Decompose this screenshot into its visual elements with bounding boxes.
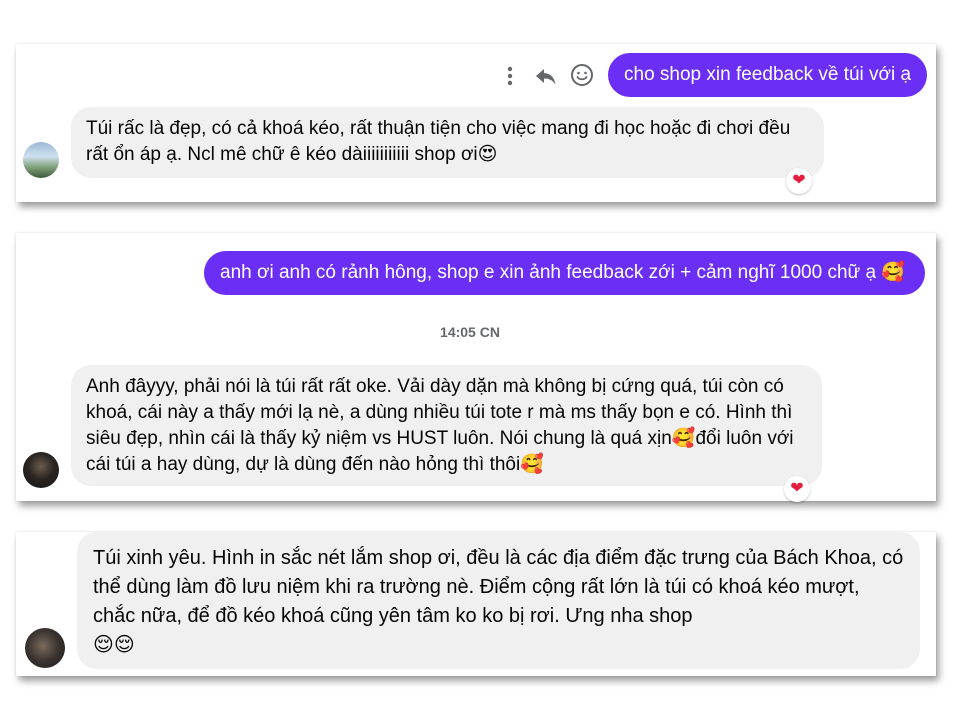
conversation-card-3: Túi xinh yêu. Hình in sắc nét lắm shop ơ… xyxy=(16,532,936,676)
heart-reaction-icon[interactable]: ❤ xyxy=(786,168,812,194)
heart-eyes-emoji: 😍 xyxy=(477,144,498,165)
received-message-text: Túi xinh yêu. Hình in sắc nét lắm shop ơ… xyxy=(93,547,904,627)
sent-message-bubble[interactable]: anh ơi anh có rảnh hông, shop e xin ảnh … xyxy=(204,251,925,295)
sent-message-text: anh ơi anh có rảnh hông, shop e xin ảnh … xyxy=(220,262,877,283)
smiling-hearts-emoji: 🥰 xyxy=(520,454,544,475)
smile-icon[interactable] xyxy=(570,63,594,92)
heart-reaction-icon[interactable]: ❤ xyxy=(784,476,810,502)
conversation-card-2: anh ơi anh có rảnh hông, shop e xin ảnh … xyxy=(16,233,936,502)
received-message-bubble[interactable]: Túi xinh yêu. Hình in sắc nét lắm shop ơ… xyxy=(77,532,920,669)
conversation-card-1: cho shop xin feedback về túi với ạ Túi r… xyxy=(16,44,936,202)
received-message-bubble[interactable]: Túi rấc là đẹp, có cả khoá kéo, rất thuậ… xyxy=(71,107,824,178)
reply-icon[interactable] xyxy=(534,64,558,93)
received-message-bubble[interactable]: Anh đâyyy, phải nói là túi rất rất oke. … xyxy=(71,365,822,486)
avatar[interactable] xyxy=(23,452,59,488)
avatar[interactable] xyxy=(25,628,65,668)
more-vertical-icon[interactable] xyxy=(501,65,519,92)
avatar[interactable] xyxy=(23,142,59,178)
smiling-hearts-emoji: 🥰 xyxy=(671,428,696,449)
relieved-face-emoji: 😌😌 xyxy=(93,634,135,656)
sent-message-text: cho shop xin feedback về túi với ạ xyxy=(624,64,912,85)
smiling-hearts-emoji: 🥰 xyxy=(881,262,906,283)
sent-message-bubble[interactable]: cho shop xin feedback về túi với ạ xyxy=(608,53,927,97)
received-message-text: Túi rấc là đẹp, có cả khoá kéo, rất thuậ… xyxy=(86,118,791,165)
message-timestamp: 14:05 CN xyxy=(440,324,500,340)
